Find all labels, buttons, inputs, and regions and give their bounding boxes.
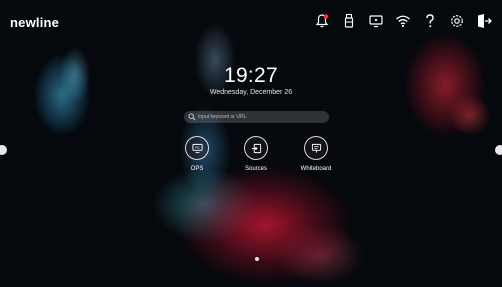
clock-time: 19:27 [223,64,279,87]
wifi-icon[interactable] [395,13,411,29]
app-sources[interactable]: Sources [236,136,276,172]
ops-pc-icon[interactable]: PC [185,136,209,160]
usb-icon[interactable] [341,13,357,29]
app-label: Whiteboard [300,166,332,172]
screen-cast-icon[interactable] [368,13,384,29]
svg-text:PC: PC [195,145,200,149]
notification-bell-icon[interactable] [314,13,330,29]
app-label: Sources [244,166,267,172]
brand-logo: newline [10,15,60,30]
app-label: OPS [190,166,204,172]
search-icon [188,113,196,121]
whiteboard-icon[interactable] [304,136,328,160]
clock-date: Wednesday, December 26 [209,89,293,96]
search-bar[interactable] [184,111,329,123]
search-input[interactable] [198,114,318,120]
app-whiteboard[interactable]: Whiteboard [296,136,336,172]
right-sidebar-handle[interactable] [495,145,502,155]
settings-icon[interactable] [449,13,465,29]
sign-out-icon[interactable] [476,13,492,29]
status-toolbar [314,13,492,29]
help-icon[interactable] [422,13,438,29]
page-indicator [255,257,259,261]
source-input-icon[interactable] [244,136,268,160]
app-ops[interactable]: PC OPS [177,136,217,172]
